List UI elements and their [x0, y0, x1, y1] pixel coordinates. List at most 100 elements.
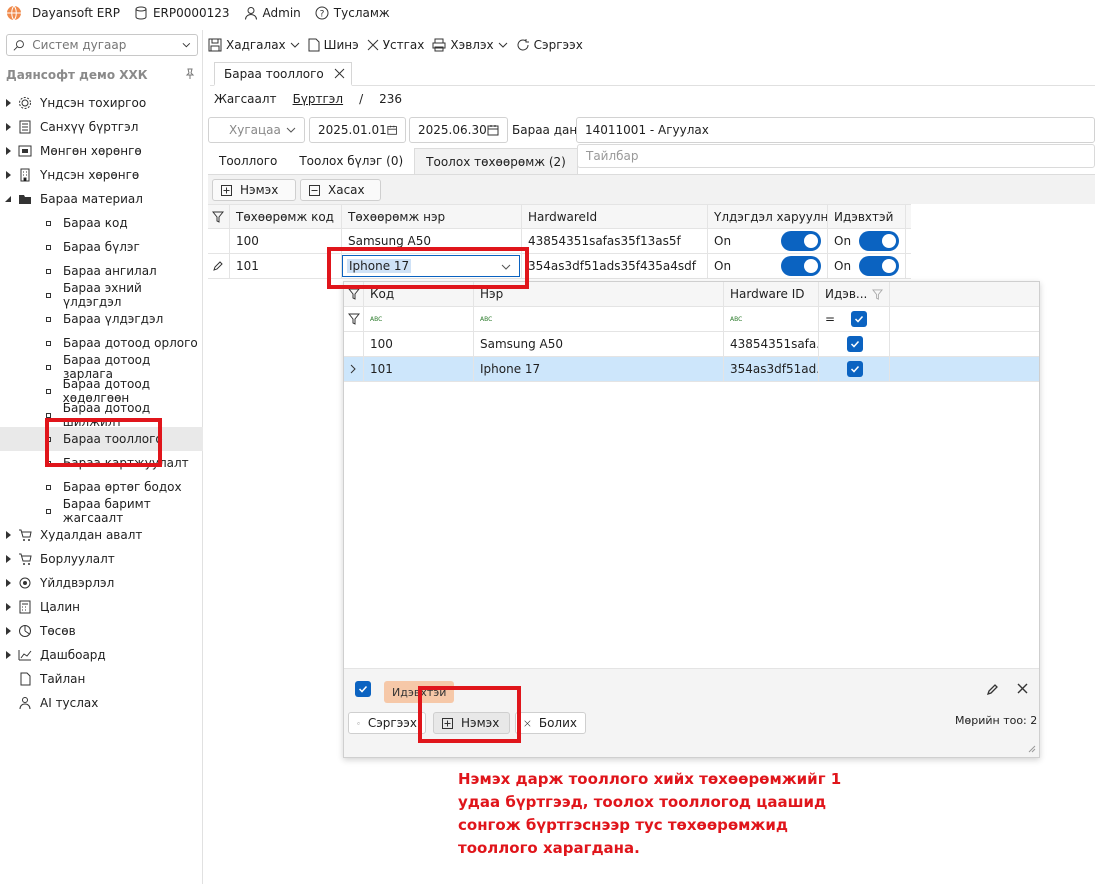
- grid-add-button[interactable]: Нэмэх: [212, 179, 296, 201]
- column-device-code[interactable]: Төхөөрөмж код: [230, 205, 342, 228]
- popup-cancel-button[interactable]: Болих: [515, 712, 586, 734]
- save-button[interactable]: Хадгалах: [208, 38, 300, 52]
- inner-tab[interactable]: Тоолох төхөөрөмж (2): [414, 148, 578, 174]
- lookup-code[interactable]: 101: [364, 357, 474, 381]
- active-filter-cell[interactable]: =: [819, 307, 890, 331]
- cell-code[interactable]: 101: [230, 254, 342, 278]
- account-field[interactable]: 14011001 - Агуулах: [576, 117, 1095, 143]
- expand-right-icon[interactable]: [0, 171, 16, 179]
- table-row[interactable]: 100 Samsung A50 43854351safas35f13as5f O…: [208, 229, 911, 254]
- name-filter-cell[interactable]: ABC: [474, 307, 724, 331]
- expand-right-icon[interactable]: [0, 99, 16, 107]
- active-toggle[interactable]: [859, 231, 899, 251]
- hardware-filter-cell[interactable]: ABC: [724, 307, 819, 331]
- description-field[interactable]: Тайлбар: [577, 144, 1095, 168]
- cell-active[interactable]: On: [828, 229, 906, 253]
- print-button[interactable]: Хэвлэх: [432, 38, 507, 52]
- sidebar-subitem[interactable]: Бараа үлдэгдэл: [0, 307, 203, 331]
- expand-right-icon[interactable]: [0, 651, 16, 659]
- sidebar-item[interactable]: Дашбоард: [0, 643, 203, 667]
- help-button[interactable]: ? Тусламж: [315, 6, 390, 20]
- lookup-code[interactable]: 100: [364, 332, 474, 356]
- sidebar-item[interactable]: Бараа материал: [0, 187, 203, 211]
- column-active[interactable]: Идэвхтэй: [828, 205, 906, 228]
- lookup-hardware[interactable]: 354as3df51ad...: [724, 357, 819, 381]
- lookup-active[interactable]: [819, 357, 890, 381]
- filter-enabled-checkbox[interactable]: [355, 681, 371, 697]
- list-item[interactable]: 100 Samsung A50 43854351safa...: [344, 332, 1039, 357]
- sidebar-subitem[interactable]: Бараа код: [0, 211, 203, 235]
- sidebar-item[interactable]: Тайлан: [0, 667, 203, 691]
- active-filter-checkbox[interactable]: [851, 311, 868, 327]
- filter-icon[interactable]: [208, 205, 230, 228]
- sidebar-item[interactable]: Худалдан авалт: [0, 523, 203, 547]
- sidebar-item[interactable]: Үйлдвэрлэл: [0, 571, 203, 595]
- cell-hardware[interactable]: 354as3df51ads35f435a4sdf: [522, 254, 708, 278]
- inner-tab[interactable]: Тооллого: [208, 148, 288, 174]
- date-to-field[interactable]: 2025.06.30: [409, 117, 508, 143]
- expand-right-icon[interactable]: [0, 147, 16, 155]
- inner-tab[interactable]: Тоолох бүлэг (0): [288, 148, 414, 174]
- database-selector[interactable]: ERP0000123: [134, 6, 230, 20]
- sidebar-item[interactable]: Үндсэн хөрөнгө: [0, 163, 203, 187]
- code-filter-cell[interactable]: ABC: [364, 307, 474, 331]
- sidebar-item[interactable]: Цалин: [0, 595, 203, 619]
- sidebar-item[interactable]: Санхүү бүртгэл: [0, 115, 203, 139]
- sidebar-subitem[interactable]: Бараа өртөг бодох: [0, 475, 203, 499]
- sidebar-subitem[interactable]: Бараа бүлэг: [0, 235, 203, 259]
- refresh-button[interactable]: Сэргээх: [516, 38, 583, 52]
- cell-code[interactable]: 100: [230, 229, 342, 253]
- sidebar-subitem[interactable]: Бараа баримт жагсаалт: [0, 497, 203, 525]
- lookup-name[interactable]: Iphone 17: [474, 357, 724, 381]
- popup-refresh-button[interactable]: Сэргээх: [348, 712, 426, 734]
- column-show-balance[interactable]: Үлдэгдэл харуулна: [708, 205, 828, 228]
- expand-right-icon[interactable]: [0, 579, 16, 587]
- register-view-link[interactable]: Бүртгэл: [293, 92, 344, 106]
- pin-icon[interactable]: [184, 68, 196, 80]
- lookup-name[interactable]: Samsung A50: [474, 332, 724, 356]
- list-view-link[interactable]: Жагсаалт: [214, 92, 277, 106]
- resize-grip-icon[interactable]: [1028, 745, 1036, 753]
- column-hardware-id[interactable]: HardwareId: [522, 205, 708, 228]
- close-icon[interactable]: [1017, 683, 1028, 694]
- new-button[interactable]: Шинэ: [308, 38, 359, 52]
- sidebar-subitem[interactable]: Бараа ангилал: [0, 259, 203, 283]
- filter-icon[interactable]: [344, 307, 364, 331]
- user-menu[interactable]: Admin: [244, 6, 301, 20]
- expand-right-icon[interactable]: [0, 123, 16, 131]
- active-checkbox[interactable]: [847, 361, 863, 377]
- sidebar-subitem[interactable]: Бараа дотоод зарлага: [0, 353, 203, 381]
- search-input[interactable]: [32, 38, 183, 52]
- sidebar-item[interactable]: Төсөв: [0, 619, 203, 643]
- sidebar-item[interactable]: Мөнгөн хөрөнгө: [0, 139, 203, 163]
- expand-down-icon[interactable]: [0, 195, 16, 203]
- cell-hardware[interactable]: 43854351safas35f13as5f: [522, 229, 708, 253]
- date-from-field[interactable]: 2025.01.01: [309, 117, 406, 143]
- tab-inventory-count[interactable]: Бараа тооллого: [214, 62, 352, 86]
- show-balance-toggle[interactable]: [781, 231, 821, 251]
- expand-right-icon[interactable]: [0, 627, 16, 635]
- sidebar-item[interactable]: Үндсэн тохиргоо: [0, 91, 203, 115]
- column-device-name[interactable]: Төхөөрөмж нэр: [342, 205, 522, 228]
- sidebar-subitem[interactable]: Бараа дотоод орлого: [0, 331, 203, 355]
- delete-button[interactable]: Устгах: [367, 38, 424, 52]
- sidebar-item[interactable]: AI туслах: [0, 691, 203, 715]
- column-hardware-id[interactable]: Hardware ID: [724, 282, 819, 306]
- grid-remove-button[interactable]: Хасах: [300, 179, 381, 201]
- system-number-search[interactable]: [6, 34, 198, 56]
- sidebar-item[interactable]: Борлуулалт: [0, 547, 203, 571]
- expand-right-icon[interactable]: [0, 603, 16, 611]
- cell-active[interactable]: On: [828, 254, 906, 278]
- list-item-selected[interactable]: 101 Iphone 17 354as3df51ad...: [344, 357, 1039, 382]
- cell-show-balance[interactable]: On: [708, 229, 828, 253]
- expand-right-icon[interactable]: [0, 531, 16, 539]
- active-checkbox[interactable]: [847, 336, 863, 352]
- close-icon[interactable]: [334, 68, 345, 79]
- cell-show-balance[interactable]: On: [708, 254, 828, 278]
- lookup-hardware[interactable]: 43854351safa...: [724, 332, 819, 356]
- period-select[interactable]: Хугацаа: [208, 117, 305, 143]
- expand-right-icon[interactable]: [0, 555, 16, 563]
- sidebar-subitem[interactable]: Бараа эхний үлдэгдэл: [0, 281, 203, 309]
- active-toggle[interactable]: [859, 256, 899, 276]
- table-row[interactable]: 101 354as3df51ads35f435a4sdf On On: [208, 254, 911, 279]
